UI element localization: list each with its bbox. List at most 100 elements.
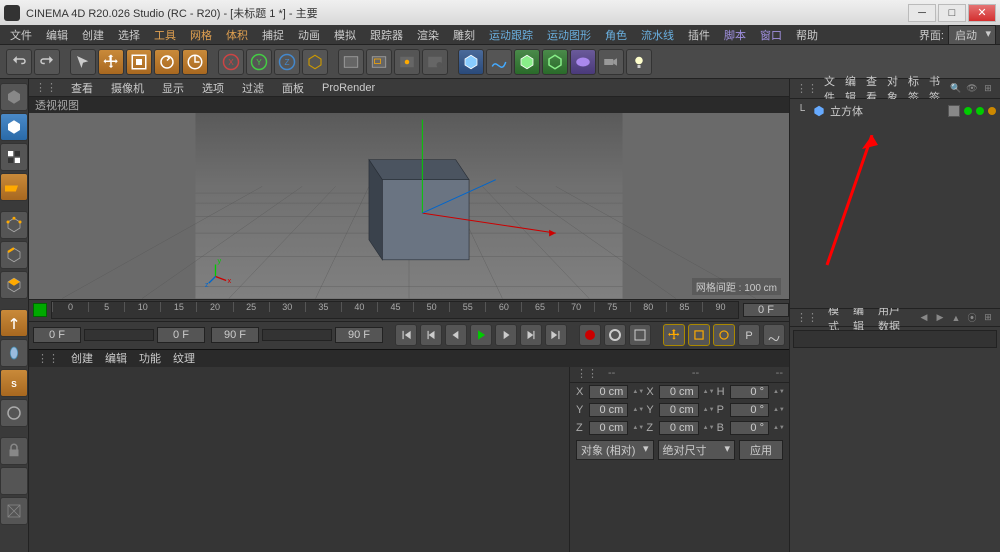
coord-x-size[interactable]: 0 cm (659, 385, 698, 399)
axis-x-toggle[interactable]: X (218, 49, 244, 75)
undo-button[interactable] (6, 49, 32, 75)
axis-mode-button[interactable] (0, 309, 28, 337)
key-rotation-button[interactable] (713, 324, 735, 346)
add-generator-button[interactable] (514, 49, 540, 75)
view-tab-cameras[interactable]: 摄像机 (107, 79, 148, 97)
object-layer-toggle[interactable] (948, 105, 960, 117)
attr-back-icon[interactable]: ◀ (918, 312, 930, 324)
attr-up-icon[interactable]: ▲ (950, 312, 962, 324)
add-camera-button[interactable] (598, 49, 624, 75)
axis-y-toggle[interactable]: Y (246, 49, 272, 75)
preview-start-field[interactable]: 0 F (157, 327, 205, 343)
render-settings-button[interactable] (422, 49, 448, 75)
om-eye-icon[interactable]: 👁 (966, 83, 978, 95)
layout-combo[interactable]: 启动 (948, 25, 996, 45)
menu-window[interactable]: 窗口 (754, 25, 788, 45)
start-frame-field[interactable]: 0 F (33, 327, 81, 343)
view-tab-display[interactable]: 显示 (158, 79, 188, 97)
model-mode-button[interactable] (0, 113, 28, 141)
key-scale-button[interactable] (688, 324, 710, 346)
menu-character[interactable]: 角色 (599, 25, 633, 45)
object-visible-render[interactable] (976, 107, 984, 115)
menu-pipeline[interactable]: 流水线 (635, 25, 680, 45)
add-primitive-button[interactable] (458, 49, 484, 75)
menu-animate[interactable]: 动画 (292, 25, 326, 45)
goto-start-button[interactable] (395, 324, 417, 346)
preview-end-field[interactable]: 90 F (211, 327, 259, 343)
menu-simulate[interactable]: 模拟 (328, 25, 362, 45)
coord-mode-combo[interactable]: 对象 (相对)▾ (576, 440, 654, 460)
view-tab-view[interactable]: 查看 (67, 79, 97, 97)
coord-h-rot[interactable]: 0 ° (730, 385, 769, 399)
point-mode-button[interactable] (0, 211, 28, 239)
rotate-tool[interactable] (154, 49, 180, 75)
timeline-marker[interactable] (33, 303, 47, 317)
view-tab-panel[interactable]: 面板 (278, 79, 308, 97)
attr-lock-icon[interactable]: ⦿ (966, 312, 978, 324)
timeline-ruler[interactable]: 0 5 10 15 20 25 30 35 40 45 50 55 60 65 … (51, 301, 739, 319)
om-search-icon[interactable]: 🔍 (950, 83, 962, 95)
minimize-button[interactable]: ─ (908, 4, 936, 22)
polygon-mode-button[interactable] (0, 271, 28, 299)
menu-plugins[interactable]: 插件 (682, 25, 716, 45)
key-pla-button[interactable] (763, 324, 785, 346)
menu-sculpt[interactable]: 雕刻 (447, 25, 481, 45)
end-frame-field[interactable]: 90 F (335, 327, 383, 343)
menu-help[interactable]: 帮助 (790, 25, 824, 45)
menu-file[interactable]: 文件 (4, 25, 38, 45)
next-key-button[interactable] (520, 324, 542, 346)
menu-tracker[interactable]: 跟踪器 (364, 25, 409, 45)
menu-create[interactable]: 创建 (76, 25, 110, 45)
key-position-button[interactable] (663, 324, 685, 346)
view-tab-filter[interactable]: 过滤 (238, 79, 268, 97)
coord-b-rot[interactable]: 0 ° (730, 421, 769, 435)
autokey-button[interactable] (604, 324, 626, 346)
planar-workplane-button[interactable] (0, 467, 28, 495)
coord-y-size[interactable]: 0 cm (659, 403, 698, 417)
mat-tab-edit[interactable]: 编辑 (105, 350, 127, 366)
coord-system-toggle[interactable] (302, 49, 328, 75)
coord-apply-button[interactable]: 应用 (739, 440, 783, 460)
current-frame-field[interactable]: 0 F (743, 303, 789, 317)
menu-mograph[interactable]: 运动图形 (541, 25, 597, 45)
prev-frame-button[interactable] (445, 324, 467, 346)
view-tab-prorender[interactable]: ProRender (318, 81, 379, 95)
menu-mesh[interactable]: 网格 (184, 25, 218, 45)
select-tool[interactable] (70, 49, 96, 75)
recent-tool[interactable] (182, 49, 208, 75)
redo-button[interactable] (34, 49, 60, 75)
next-frame-button[interactable] (495, 324, 517, 346)
add-deformer-button[interactable] (542, 49, 568, 75)
surface-workplane-button[interactable] (0, 497, 28, 525)
play-button[interactable] (470, 324, 492, 346)
viewport-solo-button[interactable] (0, 399, 28, 427)
mat-tab-texture[interactable]: 纹理 (173, 350, 195, 366)
range-slider-end[interactable] (262, 329, 332, 341)
render-view-button[interactable] (338, 49, 364, 75)
key-param-button[interactable]: P (738, 324, 760, 346)
edge-mode-button[interactable] (0, 241, 28, 269)
coord-size-combo[interactable]: 绝对尺寸▾ (658, 440, 736, 460)
menu-tools[interactable]: 工具 (148, 25, 182, 45)
locked-workplane-button[interactable] (0, 437, 28, 465)
add-environment-button[interactable] (570, 49, 596, 75)
tweak-mode-button[interactable] (0, 339, 28, 367)
attr-expand-icon[interactable]: ⊞ (982, 312, 994, 324)
menu-render[interactable]: 渲染 (411, 25, 445, 45)
coord-z-pos[interactable]: 0 cm (589, 421, 628, 435)
object-visible-editor[interactable] (964, 107, 972, 115)
range-slider-start[interactable] (84, 329, 154, 341)
material-manager[interactable] (29, 367, 569, 552)
attr-fwd-icon[interactable]: ▶ (934, 312, 946, 324)
record-button[interactable] (579, 324, 601, 346)
menu-script[interactable]: 脚本 (718, 25, 752, 45)
mat-tab-create[interactable]: 创建 (71, 350, 93, 366)
scale-tool[interactable] (126, 49, 152, 75)
coord-y-pos[interactable]: 0 cm (589, 403, 628, 417)
snap-button[interactable]: S (0, 369, 28, 397)
object-tag-dot[interactable] (988, 107, 996, 115)
add-spline-button[interactable] (486, 49, 512, 75)
coord-z-size[interactable]: 0 cm (659, 421, 698, 435)
mat-tab-function[interactable]: 功能 (139, 350, 161, 366)
view-tab-options[interactable]: 选项 (198, 79, 228, 97)
